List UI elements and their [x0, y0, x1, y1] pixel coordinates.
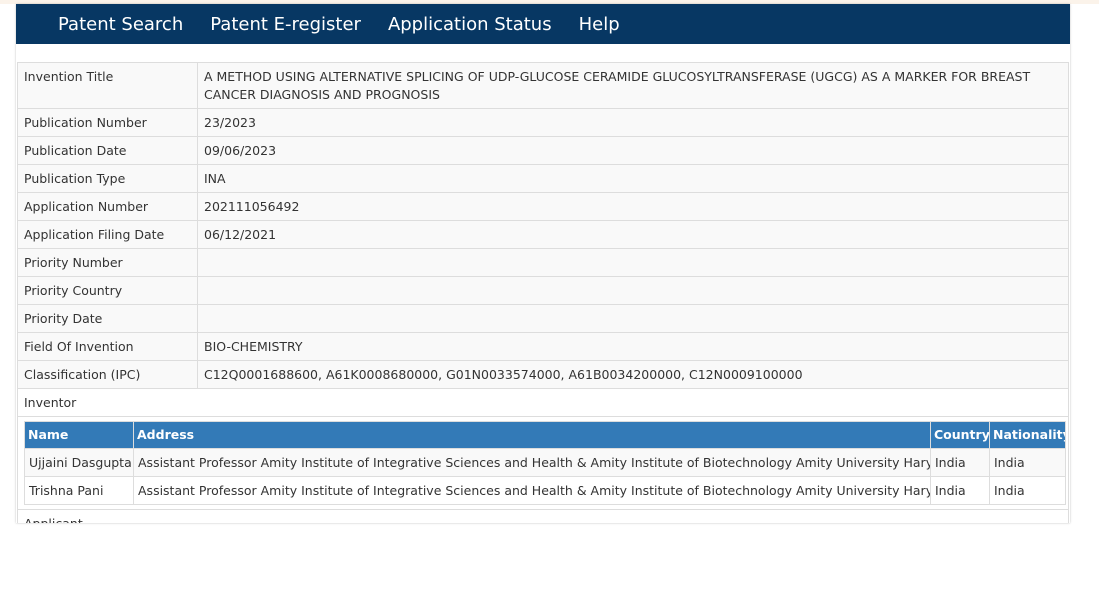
detail-row-field-of-invention: Field Of Invention BIO-CHEMISTRY: [17, 332, 1069, 361]
detail-value: INA: [197, 164, 1069, 193]
table-row: Ujjaini Dasgupta Assistant Professor Ami…: [24, 448, 1066, 477]
inventor-section-row: Inventor: [17, 388, 1069, 417]
inventor-table-wrap: Name Address Country Nationality Ujjaini…: [18, 417, 1068, 509]
detail-value: [197, 304, 1069, 333]
detail-row-publication-date: Publication Date 09/06/2023: [17, 136, 1069, 165]
detail-row-application-number: Application Number 202111056492: [17, 192, 1069, 221]
patent-details-table: Invention Title A METHOD USING ALTERNATI…: [17, 62, 1069, 523]
page-container: Patent Search Patent E-register Applicat…: [16, 4, 1070, 523]
inventor-nationality: India: [989, 448, 1066, 477]
detail-label: Publication Number: [17, 108, 198, 137]
detail-value: 09/06/2023: [197, 136, 1069, 165]
detail-label: Priority Country: [17, 276, 198, 305]
detail-value: [197, 276, 1069, 305]
detail-row-priority-number: Priority Number: [17, 248, 1069, 277]
inventor-nationality: India: [989, 476, 1066, 505]
detail-row-publication-number: Publication Number 23/2023: [17, 108, 1069, 137]
detail-label: Field Of Invention: [17, 332, 198, 361]
applicant-section-row: Applicant: [17, 509, 1069, 523]
inventor-address: Assistant Professor Amity Institute of I…: [133, 448, 931, 477]
inventor-header-row: Name Address Country Nationality: [24, 421, 1066, 449]
inventor-table-cell: Name Address Country Nationality Ujjaini…: [17, 416, 1069, 510]
inventor-country: India: [930, 448, 990, 477]
navbar-spacer: [16, 44, 1070, 62]
detail-value: 202111056492: [197, 192, 1069, 221]
detail-row-priority-date: Priority Date: [17, 304, 1069, 333]
detail-label: Publication Date: [17, 136, 198, 165]
detail-label: Publication Type: [17, 164, 198, 193]
nav-help[interactable]: Help: [579, 14, 620, 35]
inventor-country: India: [930, 476, 990, 505]
detail-label: Priority Number: [17, 248, 198, 277]
detail-label: Application Filing Date: [17, 220, 198, 249]
column-header-address: Address: [133, 421, 931, 449]
detail-label: Application Number: [17, 192, 198, 221]
detail-label: Invention Title: [17, 62, 198, 109]
detail-value: [197, 248, 1069, 277]
detail-row-application-filing-date: Application Filing Date 06/12/2021: [17, 220, 1069, 249]
inventor-section-label: Inventor: [17, 388, 1069, 417]
inventor-name: Trishna Pani: [24, 476, 134, 505]
table-row: Trishna Pani Assistant Professor Amity I…: [24, 476, 1066, 505]
detail-row-invention-title: Invention Title A METHOD USING ALTERNATI…: [17, 62, 1069, 109]
detail-value: BIO-CHEMISTRY: [197, 332, 1069, 361]
detail-row-publication-type: Publication Type INA: [17, 164, 1069, 193]
nav-patent-search[interactable]: Patent Search: [58, 14, 183, 35]
detail-label: Priority Date: [17, 304, 198, 333]
column-header-name: Name: [24, 421, 134, 449]
nav-patent-e-register[interactable]: Patent E-register: [210, 14, 361, 35]
detail-value: A METHOD USING ALTERNATIVE SPLICING OF U…: [197, 62, 1069, 109]
column-header-country: Country: [930, 421, 990, 449]
detail-row-priority-country: Priority Country: [17, 276, 1069, 305]
nav-application-status[interactable]: Application Status: [388, 14, 552, 35]
inventor-address: Assistant Professor Amity Institute of I…: [133, 476, 931, 505]
detail-value: 23/2023: [197, 108, 1069, 137]
column-header-nationality: Nationality: [989, 421, 1066, 449]
inventor-table-row: Name Address Country Nationality Ujjaini…: [17, 416, 1069, 510]
detail-label: Classification (IPC): [17, 360, 198, 389]
detail-value: 06/12/2021: [197, 220, 1069, 249]
detail-value: C12Q0001688600, A61K0008680000, G01N0033…: [197, 360, 1069, 389]
inventor-table: Name Address Country Nationality Ujjaini…: [24, 421, 1066, 505]
detail-row-classification: Classification (IPC) C12Q0001688600, A61…: [17, 360, 1069, 389]
inventor-name: Ujjaini Dasgupta: [24, 448, 134, 477]
top-navbar: Patent Search Patent E-register Applicat…: [16, 4, 1070, 44]
applicant-section-label: Applicant: [17, 509, 1069, 523]
